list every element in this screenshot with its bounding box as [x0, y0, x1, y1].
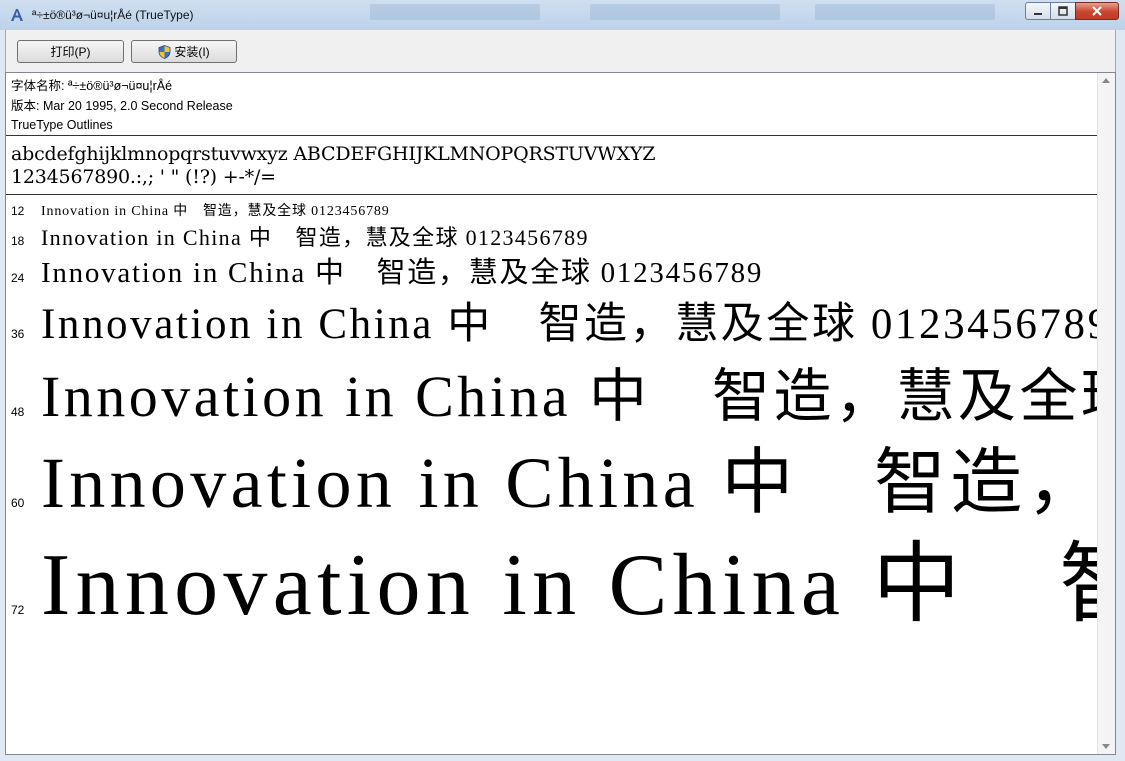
install-button-label: 安装(I) — [174, 45, 210, 59]
size-sample-text: Innovation in China 中 智造，慧及全球 0123456789 — [41, 225, 589, 250]
print-button[interactable]: 打印(P) — [17, 40, 124, 63]
maximize-button[interactable] — [1050, 2, 1076, 20]
install-button[interactable]: 安装(I) — [131, 40, 237, 63]
size-sample-text: Innovation in China 中 智造，慧及全球 0123456789 — [41, 537, 1099, 634]
size-sample-text: Innovation in China 中 智造，慧及全球 0123456789 — [41, 443, 1099, 523]
size-sample-text: Innovation in China 中 智造，慧及全球 0123456789 — [41, 364, 1099, 429]
maximize-icon — [1058, 6, 1068, 16]
font-preview-pane[interactable]: 字体名称: ª÷±ö®ü³ø¬ü¤u¦rÅé 版本: Mar 20 1995, … — [5, 72, 1116, 755]
title-bar: ª÷±ö®ü³ø¬ü¤u¦rÅé (TrueType) — [0, 0, 1125, 30]
size-label: 60 — [11, 496, 25, 510]
size-sample-row: 24 Innovation in China 中 智造，慧及全球 01234567… — [11, 249, 763, 291]
scroll-down-arrow-icon[interactable] — [1102, 744, 1110, 749]
size-label: 36 — [11, 327, 25, 341]
size-samples: 12 Innovation in China 中 智造，慧及全球 01234567… — [6, 73, 1099, 754]
size-label: 48 — [11, 405, 25, 419]
size-label: 72 — [11, 603, 25, 617]
size-sample-row: 36 Innovation in China 中 智造，慧及全球 01234567… — [11, 289, 1099, 351]
size-sample-text: Innovation in China 中 智造，慧及全球 0123456789 — [41, 204, 390, 219]
background-taskbar-ghost — [815, 4, 995, 20]
print-button-label: 打印(P) — [50, 45, 91, 59]
window-title: ª÷±ö®ü³ø¬ü¤u¦rÅé (TrueType) — [32, 8, 194, 22]
window-controls — [1025, 2, 1119, 22]
size-sample-row: 48 Innovation in China 中 智造，慧及全球 01234567… — [11, 349, 1099, 433]
toolbar: 打印(P) 安装(I) — [5, 30, 1116, 72]
size-sample-row: 12 Innovation in China 中 智造，慧及全球 01234567… — [11, 200, 390, 220]
close-icon — [1092, 6, 1102, 16]
vertical-scrollbar[interactable] — [1097, 73, 1115, 754]
scroll-up-arrow-icon[interactable] — [1102, 78, 1110, 83]
uac-shield-icon — [158, 44, 171, 59]
background-taskbar-ghost — [590, 4, 780, 20]
background-taskbar-ghost — [370, 4, 540, 20]
size-sample-row: 18 Innovation in China 中 智造，慧及全球 01234567… — [11, 220, 589, 252]
size-sample-text: Innovation in China 中 智造，慧及全球 0123456789 — [41, 301, 1099, 348]
close-button[interactable] — [1075, 2, 1119, 20]
size-sample-text: Innovation in China 中 智造，慧及全球 0123456789 — [41, 257, 764, 289]
size-label: 12 — [11, 204, 25, 218]
minimize-button[interactable] — [1025, 2, 1051, 20]
size-sample-row: 72 Innovation in China 中 智造，慧及全球 01234567… — [11, 513, 1099, 640]
minimize-icon — [1034, 13, 1042, 15]
size-label: 24 — [11, 271, 25, 285]
size-label: 18 — [11, 234, 25, 248]
font-app-icon — [11, 9, 23, 21]
